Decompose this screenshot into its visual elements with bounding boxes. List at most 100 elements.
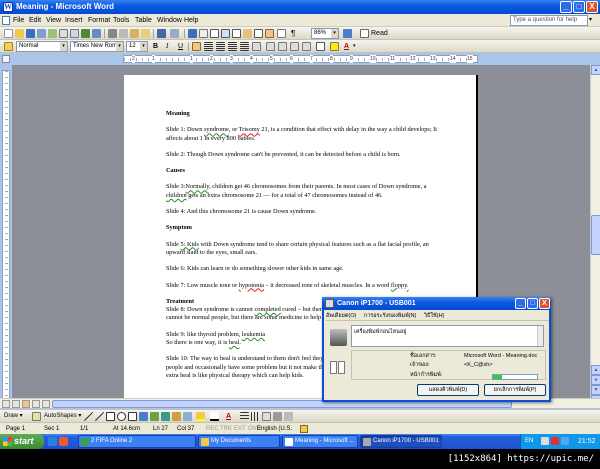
format-painter-icon[interactable] xyxy=(141,29,150,38)
cut-icon[interactable] xyxy=(108,29,117,38)
font-size-combo[interactable]: 12 ▾ xyxy=(126,41,148,52)
bullets-icon[interactable] xyxy=(278,42,287,51)
style-combo[interactable]: Normal ▾ xyxy=(16,41,68,52)
align-center-icon[interactable] xyxy=(204,42,213,51)
arrow-icon[interactable] xyxy=(95,412,104,421)
picture-icon[interactable] xyxy=(183,412,192,421)
menu-view[interactable]: View xyxy=(46,16,61,25)
dialog-minimize-button[interactable]: _ xyxy=(515,298,526,309)
next-page-button[interactable]: ▼ xyxy=(591,385,600,395)
email-icon[interactable] xyxy=(48,29,57,38)
menu-file[interactable]: File xyxy=(13,16,24,25)
tray-network-icon[interactable] xyxy=(561,437,569,445)
tray-security-icon[interactable] xyxy=(551,437,559,445)
line-icon[interactable] xyxy=(84,412,93,421)
line-color-icon[interactable] xyxy=(210,412,219,421)
line-spacing-icon[interactable] xyxy=(252,42,261,51)
align-right-icon[interactable] xyxy=(216,42,225,51)
horizontal-ruler[interactable]: 2 1 1 2 3 4 5 6 7 8 9 10 11 12 13 14 15 xyxy=(123,55,478,63)
help-search-input[interactable]: Type a question for help xyxy=(510,15,588,26)
insert-excel-icon[interactable] xyxy=(221,29,230,38)
select-browse-object-button[interactable]: ● xyxy=(591,375,600,385)
rectangle-icon[interactable] xyxy=(106,412,115,421)
help-icon[interactable] xyxy=(343,29,352,38)
status-trk[interactable]: TRK xyxy=(220,424,232,434)
previous-page-button[interactable]: ▲ xyxy=(591,365,600,375)
menu-window[interactable]: Window xyxy=(157,16,182,25)
italic-button[interactable]: I xyxy=(166,41,168,52)
normal-view-button[interactable] xyxy=(2,400,10,408)
text-box-icon[interactable] xyxy=(128,412,137,421)
tray-printer-icon[interactable] xyxy=(541,437,549,445)
wordart-icon[interactable] xyxy=(150,412,159,421)
spelling-status-icon[interactable] xyxy=(300,425,308,433)
print-layout-view-button[interactable] xyxy=(22,400,30,408)
menu-help[interactable]: Help xyxy=(184,16,198,25)
print-icon[interactable] xyxy=(59,29,68,38)
cancel-printing-button[interactable]: ยกเลิกการพิมพ์(P) xyxy=(484,384,546,396)
web-layout-view-button[interactable] xyxy=(12,400,20,408)
dialog-maximize-button[interactable]: □ xyxy=(527,298,538,309)
display-queue-button[interactable]: แสดงคิวพิมพ์(D) xyxy=(417,384,479,396)
undo-icon[interactable] xyxy=(157,29,166,38)
underline-button[interactable]: U xyxy=(178,41,183,52)
hyperlink-icon[interactable] xyxy=(188,29,197,38)
copy-icon[interactable] xyxy=(119,29,128,38)
dialog-close-button[interactable]: X xyxy=(539,298,550,309)
distributed-icon[interactable] xyxy=(240,42,249,51)
open-folder-icon[interactable] xyxy=(15,29,24,38)
decrease-indent-icon[interactable] xyxy=(290,42,299,51)
highlight-icon[interactable] xyxy=(330,42,339,51)
status-ext[interactable]: EXT xyxy=(234,424,246,434)
styles-pane-icon[interactable] xyxy=(4,42,13,51)
message-scrollbar[interactable] xyxy=(537,326,543,346)
justify-icon[interactable] xyxy=(228,42,237,51)
ie-icon[interactable] xyxy=(48,437,57,446)
dialog-menu-ink[interactable]: การอระรังของพิมพ์(N) xyxy=(364,313,416,319)
columns-icon[interactable] xyxy=(232,29,241,38)
reading-layout-view-button[interactable] xyxy=(42,400,50,408)
word-app-icon[interactable]: W xyxy=(3,2,13,12)
start-button[interactable]: start xyxy=(0,434,44,449)
select-objects-icon[interactable] xyxy=(32,412,41,421)
new-document-icon[interactable] xyxy=(4,29,13,38)
vertical-scrollbar[interactable]: ▲ ▲ ● ▼ ▼ xyxy=(590,65,600,407)
help-dropdown-arrow[interactable]: ▾ xyxy=(589,15,592,26)
insert-table-icon[interactable] xyxy=(210,29,219,38)
menu-edit[interactable]: Edit xyxy=(29,16,41,25)
minimize-button[interactable]: _ xyxy=(560,1,572,13)
draw-font-color-button[interactable]: A xyxy=(226,411,231,422)
tab-selector[interactable] xyxy=(2,55,10,63)
fill-color-icon[interactable] xyxy=(196,412,205,421)
oval-icon[interactable] xyxy=(117,412,126,421)
align-left-icon[interactable] xyxy=(192,42,201,51)
show-hide-icon[interactable] xyxy=(277,29,286,38)
diagram-icon[interactable] xyxy=(161,412,170,421)
arrow-style-icon[interactable] xyxy=(262,412,271,421)
tables-borders-icon[interactable] xyxy=(199,29,208,38)
task-my-documents[interactable]: My Documents xyxy=(198,435,280,448)
draw-menu-button[interactable]: Draw ▾ xyxy=(4,411,23,422)
font-combo[interactable]: Times New Roman ▾ xyxy=(70,41,124,52)
document-icon[interactable] xyxy=(2,16,10,25)
paste-icon[interactable] xyxy=(130,29,139,38)
research-icon[interactable] xyxy=(92,29,101,38)
permission-icon[interactable] xyxy=(37,29,46,38)
save-icon[interactable] xyxy=(26,29,35,38)
menu-tools[interactable]: Tools xyxy=(113,16,129,25)
spelling-icon[interactable] xyxy=(81,29,90,38)
scroll-up-arrow[interactable]: ▲ xyxy=(591,65,600,75)
shadow-style-icon[interactable] xyxy=(273,412,282,421)
menu-table[interactable]: Table xyxy=(135,16,152,25)
pilcrow-icon[interactable]: ¶ xyxy=(291,28,295,39)
close-button[interactable]: X xyxy=(586,1,598,13)
status-rec[interactable]: REC xyxy=(206,424,219,434)
maximize-button[interactable]: □ xyxy=(573,1,585,13)
vertical-scroll-thumb[interactable] xyxy=(591,215,600,255)
media-player-icon[interactable] xyxy=(59,437,68,446)
drawing-toggle-icon[interactable] xyxy=(265,29,274,38)
borders-icon[interactable] xyxy=(316,42,325,51)
document-map-icon[interactable] xyxy=(254,29,263,38)
font-color-button[interactable]: A xyxy=(344,41,349,52)
vertical-ruler[interactable] xyxy=(2,70,10,400)
